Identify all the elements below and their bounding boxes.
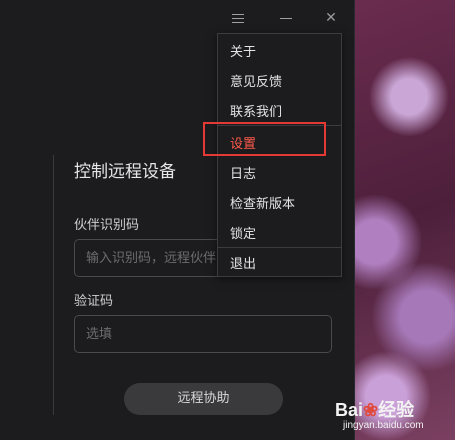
section-title: 控制远程设备 bbox=[74, 162, 176, 182]
menu-item-lock[interactable]: 锁定 bbox=[230, 223, 256, 242]
vertical-divider bbox=[53, 155, 54, 415]
remote-assist-button[interactable]: 远程协助 bbox=[124, 383, 283, 415]
minimize-icon[interactable] bbox=[276, 8, 296, 28]
menu-separator bbox=[218, 247, 341, 248]
watermark-url: jingyan.baidu.com bbox=[343, 420, 424, 431]
menu-item-exit[interactable]: 退出 bbox=[230, 253, 256, 272]
watermark-brand-left: Bai bbox=[335, 400, 364, 420]
menu-item-feedback[interactable]: 意见反馈 bbox=[230, 71, 282, 90]
menu-item-log[interactable]: 日志 bbox=[230, 163, 256, 182]
close-icon[interactable]: ✕ bbox=[321, 8, 341, 28]
baidu-watermark: Bai❀经验 jingyan.baidu.com bbox=[335, 396, 424, 431]
title-bar: ✕ bbox=[0, 0, 354, 34]
hamburger-menu-icon[interactable] bbox=[228, 8, 248, 28]
menu-item-check-update[interactable]: 检查新版本 bbox=[230, 193, 295, 212]
paw-icon: ❀ bbox=[363, 400, 379, 420]
menu-item-contact[interactable]: 联系我们 bbox=[230, 101, 282, 120]
background-photo bbox=[340, 0, 455, 440]
watermark-brand-right: 经验 bbox=[378, 400, 415, 420]
partner-id-label: 伙伴识别码 bbox=[74, 218, 140, 233]
verification-code-label: 验证码 bbox=[74, 294, 114, 309]
menu-item-about[interactable]: 关于 bbox=[230, 41, 256, 60]
annotation-highlight-box bbox=[203, 122, 326, 156]
verification-code-input[interactable]: 选填 bbox=[74, 315, 332, 353]
